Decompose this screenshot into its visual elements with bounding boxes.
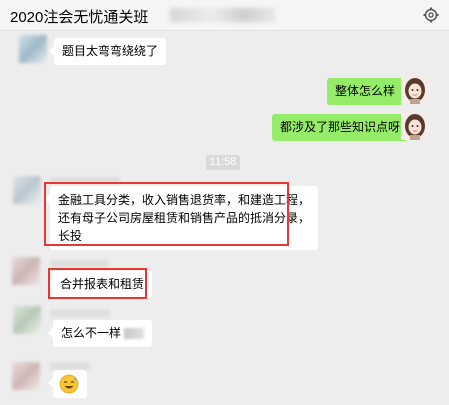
message-bubble[interactable]: 都涉及了那些知识点呀 [272,114,414,141]
redacted-sender-name [50,309,110,317]
avatar[interactable] [13,176,41,204]
message-bubble[interactable]: 怎么不一样 [47,320,153,347]
avatar[interactable] [12,362,40,390]
chat-title-bar: 2020注会无忧通关班 [0,0,449,31]
message-text: 怎么不一样 [61,326,122,340]
highlight-box [48,268,147,299]
message-bubble[interactable] [48,370,87,398]
avatar[interactable] [13,306,41,334]
settings-icon[interactable] [423,7,439,23]
message-bubble[interactable]: 题目太弯弯绕绕了 [48,38,167,65]
redacted-sender-name [50,260,108,268]
avatar[interactable] [12,257,40,285]
avatar[interactable] [19,35,47,63]
message-text: 整体怎么样 [335,84,396,98]
message-bubble[interactable]: 整体怎么样 [327,78,409,105]
redacted-sender-name [50,362,90,370]
timestamp: 11:58 [206,155,240,170]
message-text: 都涉及了那些知识点呀 [280,120,401,134]
chat-title: 2020注会无忧通关班 [10,9,149,26]
avatar[interactable] [401,112,429,140]
sweat-smile-emoji [59,374,79,394]
message-text: 题目太弯弯绕绕了 [62,44,159,58]
avatar[interactable] [401,76,429,104]
redacted-text [124,328,145,340]
highlight-box [44,182,289,246]
redacted-title-part [170,8,275,22]
